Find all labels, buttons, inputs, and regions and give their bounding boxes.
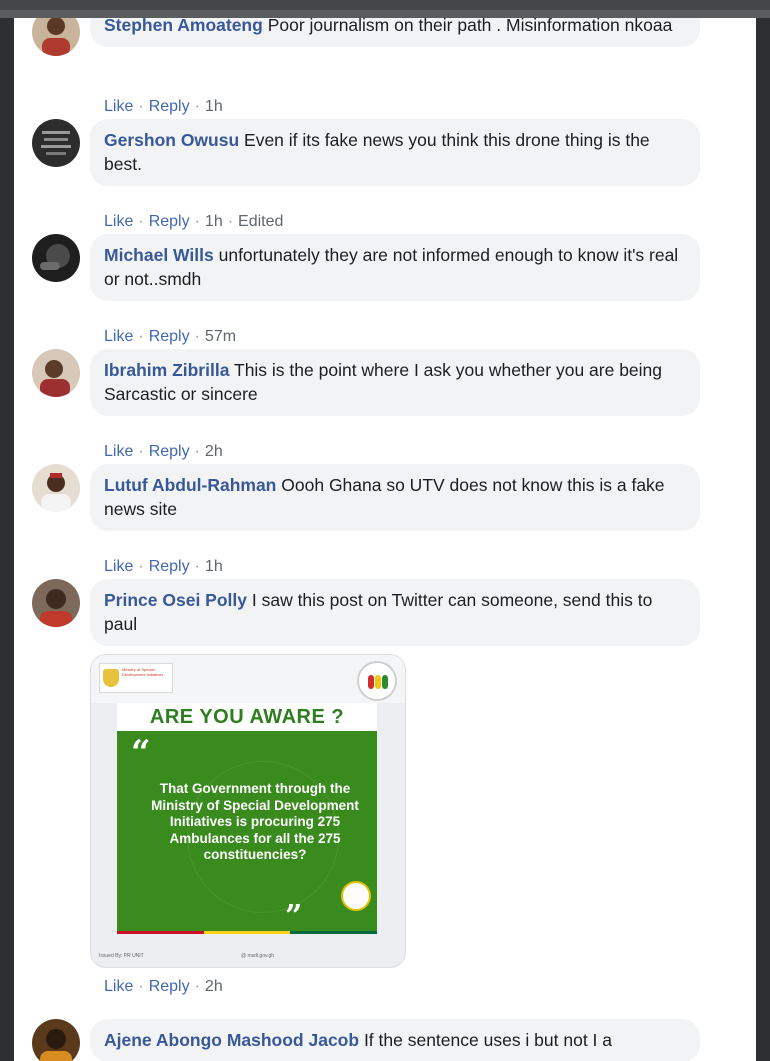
poster-message: That Government through the Ministry of … [151, 781, 359, 862]
comment-bubble: Ajene Abongo Mashood Jacob If the senten… [90, 1019, 700, 1061]
comment-actions: Like · Reply · 57m [104, 328, 237, 345]
left-backdrop [0, 18, 14, 1061]
reply-link[interactable]: Reply [149, 213, 190, 230]
reply-link[interactable]: Reply [149, 978, 190, 995]
comment-actions: Like · Reply · 1h [104, 558, 223, 575]
avatar[interactable] [32, 579, 80, 627]
comment-actions: Like · Reply · 1h [104, 98, 223, 115]
comment-image-attachment[interactable]: Ministry of Special Development Initiati… [90, 654, 406, 968]
avatar[interactable] [32, 119, 80, 167]
comment-text: If the sentence uses i but not I a [363, 1030, 613, 1050]
flag-stripe [117, 931, 378, 934]
reply-link[interactable]: Reply [149, 443, 190, 460]
comment-author[interactable]: Michael Wills [104, 245, 214, 265]
comment-actions: Like · Reply · 1h · Edited [104, 213, 284, 230]
poster-body: “ That Government through the Ministry o… [117, 731, 377, 931]
like-link[interactable]: Like [104, 328, 133, 345]
avatar[interactable] [32, 234, 80, 282]
comment-time[interactable]: 57m [205, 328, 236, 345]
comments-panel: Stephen Amoateng Poor journalism on thei… [14, 18, 756, 1061]
open-quote-icon: “ [131, 733, 151, 773]
avatar[interactable] [32, 1019, 80, 1061]
comment-time[interactable]: 2h [205, 978, 223, 995]
comment-actions: Like · Reply · 2h [104, 978, 223, 995]
reply-link[interactable]: Reply [149, 328, 190, 345]
coat-of-arms-icon [103, 669, 119, 687]
comment-author[interactable]: Stephen Amoateng [104, 18, 263, 35]
comment-author[interactable]: Lutuf Abdul-Rahman [104, 475, 276, 495]
close-quote-icon: ” [285, 899, 303, 931]
reply-link[interactable]: Reply [149, 98, 190, 115]
comment-bubble: Lutuf Abdul-Rahman Oooh Ghana so UTV doe… [90, 464, 700, 531]
poster-footer: Issued By: PR UNIT @ msdi.gov.gh [99, 953, 275, 959]
window-top-strip [0, 0, 770, 18]
comment-text: Poor journalism on their path . Misinfor… [267, 18, 673, 35]
avatar[interactable] [32, 18, 80, 56]
like-link[interactable]: Like [104, 98, 133, 115]
like-link[interactable]: Like [104, 443, 133, 460]
comment-author[interactable]: Gershon Owusu [104, 130, 239, 150]
edited-label[interactable]: Edited [238, 213, 283, 230]
like-link[interactable]: Like [104, 213, 133, 230]
comment-bubble: Prince Osei Polly I saw this post on Twi… [90, 579, 700, 646]
seal-icon [341, 881, 371, 911]
comment-author[interactable]: Ajene Abongo Mashood Jacob [104, 1030, 359, 1050]
comment-bubble: Gershon Owusu Even if its fake news you … [90, 119, 700, 186]
comment-bubble: Michael Wills unfortunately they are not… [90, 234, 700, 301]
comment-author[interactable]: Prince Osei Polly [104, 590, 247, 610]
comment-bubble: Stephen Amoateng Poor journalism on thei… [90, 18, 700, 47]
avatar[interactable] [32, 464, 80, 512]
like-link[interactable]: Like [104, 978, 133, 995]
ministry-logo: Ministry of Special Development Initiati… [99, 663, 173, 693]
comment-time[interactable]: 2h [205, 443, 223, 460]
comment-time[interactable]: 1h [205, 558, 223, 575]
right-backdrop [756, 18, 770, 1061]
avatar[interactable] [32, 349, 80, 397]
comment-time[interactable]: 1h [205, 213, 223, 230]
comment-actions: Like · Reply · 2h [104, 443, 223, 460]
comment-bubble: Ibrahim Zibrilla This is the point where… [90, 349, 700, 416]
ministry-badge-icon [357, 661, 397, 701]
reply-link[interactable]: Reply [149, 558, 190, 575]
comment-time[interactable]: 1h [205, 98, 223, 115]
comment-author[interactable]: Ibrahim Zibrilla [104, 360, 229, 380]
poster-heading: ARE YOU AWARE ? [117, 703, 377, 731]
like-link[interactable]: Like [104, 558, 133, 575]
